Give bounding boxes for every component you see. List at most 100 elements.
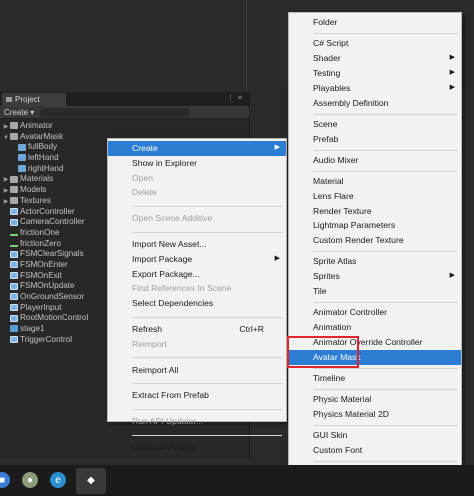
menu-item-open-scene-additive: Open Scene Additive: [108, 211, 286, 226]
menu-shortcut: Ctrl+R: [239, 324, 264, 334]
menu-item-shader[interactable]: Shader ▶: [289, 51, 461, 66]
menu-item-playables[interactable]: Playables ▶: [289, 81, 461, 96]
menu-item-refresh[interactable]: Refresh Ctrl+R: [108, 322, 286, 337]
menu-item-label: Open C# Project: [132, 442, 196, 452]
menu-separator: [132, 205, 282, 207]
menu-item-export-package[interactable]: Export Package...: [108, 267, 286, 282]
menu-separator: [132, 231, 282, 233]
menu-item-reimport-all[interactable]: Reimport All: [108, 363, 286, 378]
browser-icon[interactable]: ●: [22, 472, 38, 488]
script-icon: [10, 314, 18, 322]
tree-item-label: Animator: [20, 121, 53, 130]
avatar-mask-icon: [18, 154, 26, 162]
menu-item-sprite-atlas[interactable]: Sprite Atlas: [289, 254, 461, 269]
menu-item-custom-render-texture[interactable]: Custom Render Texture: [289, 233, 461, 248]
tree-item-label: FSMOnEnter: [20, 259, 68, 269]
windows-icon[interactable]: ■: [0, 472, 10, 488]
script-icon: [10, 293, 18, 301]
menu-item-find-references-in-scene: Find References In Scene: [108, 281, 286, 296]
menu-item-show-in-explorer[interactable]: Show in Explorer: [108, 156, 286, 171]
folder-icon: [10, 122, 18, 130]
menu-item-custom-font[interactable]: Custom Font: [289, 443, 461, 458]
menu-item-audio-mixer[interactable]: Audio Mixer: [289, 153, 461, 168]
menu-item-create[interactable]: Create ▶: [108, 141, 286, 156]
menu-item-select-dependencies[interactable]: Select Dependencies: [108, 296, 286, 311]
menu-separator: [132, 382, 282, 384]
menu-item-c-script[interactable]: C# Script: [289, 36, 461, 51]
submenu-arrow-icon: ▶: [274, 144, 280, 151]
menu-item-label: Run API Updater...: [132, 416, 204, 427]
menu-item-animator-controller[interactable]: Animator Controller: [289, 305, 461, 320]
menu-item-lens-flare[interactable]: Lens Flare: [289, 189, 461, 204]
menu-item-label: Delete: [132, 187, 157, 198]
submenu-arrow-icon: ▶: [449, 272, 455, 280]
annotation-highlight-box: [287, 336, 359, 368]
menu-item-prefab[interactable]: Prefab: [289, 132, 461, 147]
tree-item-label: rightHand: [28, 163, 64, 173]
menu-item-label: Material: [313, 175, 344, 186]
avatar-mask-icon: [18, 143, 26, 151]
tab-project[interactable]: Project: [2, 93, 66, 106]
menu-item-scene[interactable]: Scene: [289, 117, 461, 132]
tree-item-label: CameraController: [20, 217, 85, 227]
menu-item-label: Import Package: [132, 253, 193, 264]
project-toolbar: Create ▾: [0, 106, 249, 119]
menu-separator: [313, 302, 457, 304]
menu-item-label: C# Script: [313, 38, 349, 49]
menu-separator: [313, 424, 457, 426]
menu-item-label: Export Package...: [132, 268, 200, 279]
menu-item-animation[interactable]: Animation: [289, 320, 461, 335]
panel-menu-icon[interactable]: ⋮ ≡: [227, 94, 243, 102]
menu-item-label: Folder: [313, 17, 338, 27]
menu-item-physic-material[interactable]: Physic Material: [289, 392, 461, 407]
menu-item-import-package[interactable]: Import Package ▶: [108, 252, 286, 267]
menu-separator: [132, 357, 282, 359]
submenu-arrow-icon: ▶: [449, 68, 455, 76]
project-search-input[interactable]: [40, 108, 190, 117]
menu-separator: [313, 170, 457, 172]
menu-item-timeline[interactable]: Timeline: [289, 371, 461, 386]
menu-item-testing[interactable]: Testing ▶: [289, 66, 461, 81]
tree-item-label: ActorController: [20, 206, 75, 216]
create-dropdown-button[interactable]: Create ▾: [4, 107, 34, 118]
menu-separator: [313, 251, 457, 253]
script-icon: [10, 282, 18, 290]
menu-item-sprites[interactable]: Sprites ▶: [289, 269, 461, 284]
panel-tabbar: Project ⋮ ≡: [0, 92, 249, 106]
script-icon: [10, 218, 18, 226]
menu-item-folder[interactable]: Folder: [289, 15, 461, 30]
menu-separator: [132, 434, 282, 436]
menu-item-tile[interactable]: Tile: [289, 284, 461, 299]
script-icon: [10, 336, 18, 344]
menu-item-label: Assembly Definition: [313, 97, 389, 108]
menu-item-gui-skin[interactable]: GUI Skin: [289, 428, 461, 443]
menu-item-open-c-project[interactable]: Open C# Project: [108, 440, 286, 455]
menu-separator: [313, 388, 457, 390]
menu-item-label: Animation: [313, 322, 352, 333]
menu-item-render-texture[interactable]: Render Texture: [289, 204, 461, 219]
edge-icon[interactable]: e: [50, 472, 66, 488]
menu-separator: [132, 316, 282, 318]
menu-item-label: Playables: [313, 82, 351, 93]
menu-item-material[interactable]: Material: [289, 174, 461, 189]
menu-item-run-api-updater: Run API Updater...: [108, 414, 286, 429]
tree-item-label: OnGroundSensor: [20, 292, 85, 301]
menu-item-assembly-definition[interactable]: Assembly Definition: [289, 96, 461, 111]
menu-item-extract-from-prefab[interactable]: Extract From Prefab: [108, 388, 286, 403]
script-icon: [10, 271, 18, 279]
tree-item-label: FSMClearSignals: [20, 249, 84, 259]
menu-item-physics-material-2d[interactable]: Physics Material 2D: [289, 407, 461, 422]
physic-material-icon: [10, 240, 18, 247]
menu-item-lightmap-parameters[interactable]: Lightmap Parameters: [289, 218, 461, 233]
menu-item-label: Custom Font: [313, 444, 363, 455]
menu-item-reimport: Reimport: [108, 337, 286, 352]
unity-icon[interactable]: ◆: [83, 472, 99, 488]
script-icon: [10, 207, 18, 215]
tree-item-label: RootMotionControl: [20, 313, 89, 323]
menu-separator: [313, 33, 457, 34]
script-icon: [10, 304, 18, 312]
tree-item-label: Textures: [20, 195, 51, 205]
tree-item-animator[interactable]: ▶ Animator: [0, 121, 249, 132]
menu-separator: [313, 149, 457, 151]
menu-item-import-new-asset[interactable]: Import New Asset...: [108, 237, 286, 252]
